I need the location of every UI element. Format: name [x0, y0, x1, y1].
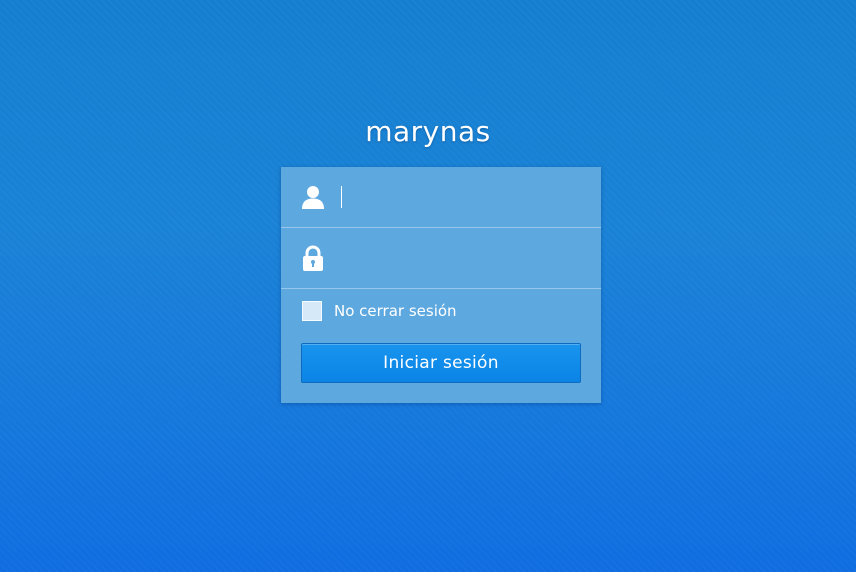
lock-icon: [301, 245, 325, 271]
user-icon: [301, 184, 325, 210]
username-input[interactable]: [339, 181, 587, 213]
username-row: [281, 167, 601, 228]
server-name-title: marynas: [365, 115, 491, 148]
remember-me-option[interactable]: No cerrar sesión: [302, 300, 457, 322]
remember-me-checkbox[interactable]: [302, 301, 322, 321]
password-row: [281, 228, 601, 289]
password-input[interactable]: [339, 242, 587, 274]
login-panel: No cerrar sesión Iniciar sesión: [281, 167, 601, 403]
remember-me-label: No cerrar sesión: [334, 302, 457, 320]
text-cursor: [341, 186, 342, 208]
login-button[interactable]: Iniciar sesión: [301, 343, 581, 383]
